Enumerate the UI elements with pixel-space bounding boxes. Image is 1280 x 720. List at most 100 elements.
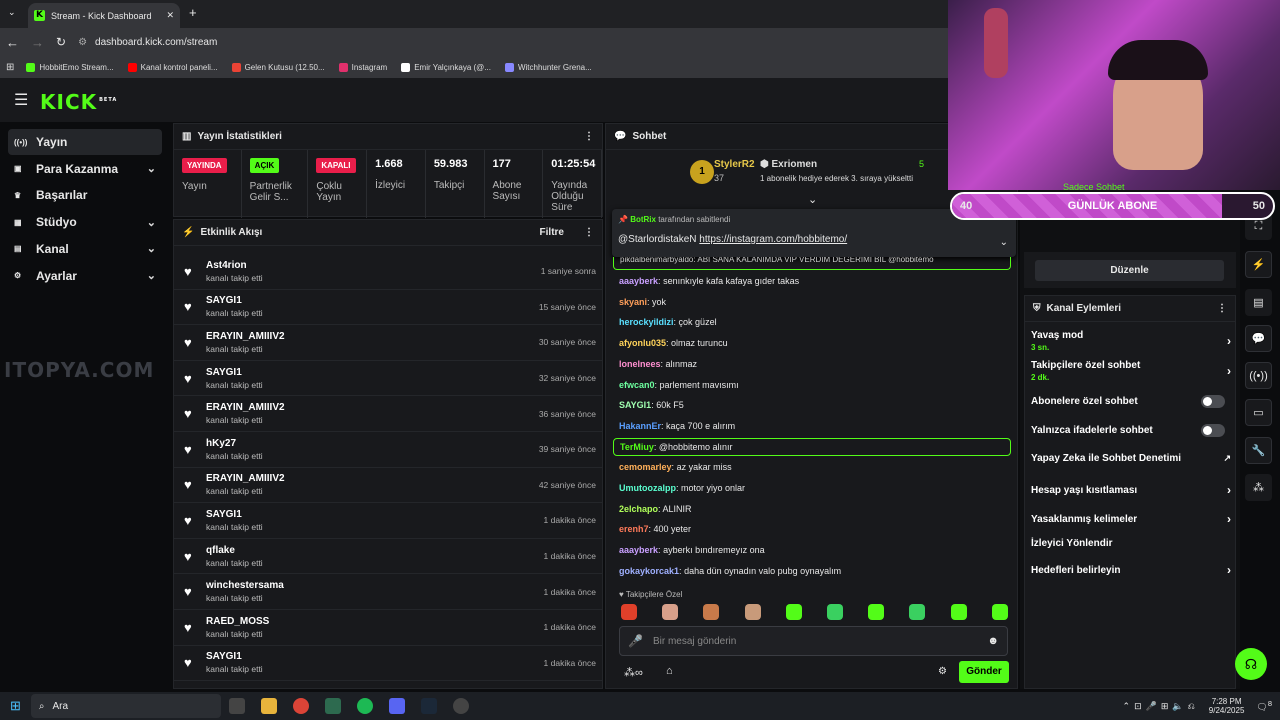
event-user[interactable]: ERAYIN_AMIIIV2 — [206, 331, 285, 342]
stats-more-icon[interactable]: ⋮ — [584, 131, 594, 142]
steam-icon[interactable] — [420, 698, 437, 714]
clock[interactable]: 7:28 PM 9/24/2025 — [1209, 697, 1245, 715]
channel-action[interactable]: Yalnızca ifadelerle sohbet — [1031, 424, 1231, 437]
browser-tab[interactable]: K Stream - Kick Dashboard ✕ — [28, 3, 180, 28]
emote-icon[interactable] — [621, 604, 637, 620]
emote-icon[interactable] — [991, 604, 1008, 620]
points-icon[interactable]: ⁂∞ — [624, 666, 643, 679]
spotify-icon[interactable] — [356, 698, 373, 714]
emote-icon[interactable] — [703, 604, 720, 620]
chat-username[interactable]: herockyildizi — [619, 317, 674, 327]
kick-logo[interactable]: KICK BETA — [40, 90, 117, 114]
chat-username[interactable]: 2elchapo — [619, 504, 658, 514]
chat-username[interactable]: Umutoozalpp — [619, 483, 676, 493]
url-field[interactable]: ⚙ dashboard.kick.com/stream — [78, 37, 217, 48]
bookmark-item[interactable]: Witchhunter Grena... — [504, 62, 592, 72]
emoji-icon[interactable]: ☻ — [987, 635, 999, 647]
chat-username[interactable]: skyani — [619, 297, 647, 307]
bolt-tool-icon[interactable]: ⚡ — [1245, 251, 1272, 278]
chat-username[interactable]: HakannEr — [619, 421, 661, 431]
xbox-icon[interactable] — [324, 698, 341, 714]
broadcast-tool-icon[interactable]: ((•)) — [1245, 362, 1272, 389]
chevron-right-icon[interactable]: › — [1227, 364, 1231, 378]
emote-icon[interactable] — [950, 604, 967, 620]
emote-icon[interactable] — [827, 604, 843, 620]
emote-icon[interactable] — [785, 604, 802, 620]
event-user[interactable]: RAED_MOSS — [206, 616, 269, 627]
event-user[interactable]: Ast4rion — [206, 260, 263, 271]
file-explorer-icon[interactable] — [260, 698, 277, 714]
event-user[interactable]: SAYGI1 — [206, 367, 263, 378]
emote-icon[interactable] — [662, 604, 679, 620]
notification-icon[interactable]: 🗨8 — [1256, 699, 1272, 713]
chat-username[interactable]: TerMiuy — [620, 442, 654, 452]
channel-action[interactable]: Hedefleri belirleyin › — [1031, 563, 1231, 577]
chevron-down-icon[interactable]: ⌄ — [147, 216, 156, 229]
windows-start-icon[interactable]: ⊞ — [10, 698, 21, 714]
pinned-by[interactable]: BotRix — [630, 215, 656, 224]
discord-icon[interactable] — [388, 698, 405, 714]
chat-settings-icon[interactable]: ⚙ — [938, 666, 947, 677]
channel-action[interactable]: Takipçilere özel sohbet 2 dk. › — [1031, 360, 1231, 382]
chevron-right-icon[interactable]: › — [1227, 512, 1231, 526]
filter-button[interactable]: Filtre — [540, 227, 564, 238]
tab-list-icon[interactable]: ⌄ — [8, 7, 16, 18]
activity-more-icon[interactable]: ⋮ — [584, 227, 594, 238]
emote-icon[interactable] — [744, 604, 761, 620]
chat-username[interactable]: aaayberk — [619, 276, 658, 286]
event-user[interactable]: SAYGI1 — [206, 651, 263, 662]
emote-icon[interactable] — [868, 604, 885, 620]
top-gifter-name[interactable]: StylerR2 — [714, 159, 755, 170]
sidebar-item-gear[interactable]: ⚙ Ayarlar ⌄ — [8, 263, 162, 289]
chat-username[interactable]: aaayberk — [619, 545, 658, 555]
support-icon[interactable]: ☊ — [1235, 648, 1267, 680]
channel-action[interactable]: İzleyici Yönlendir — [1031, 538, 1231, 549]
chevron-right-icon[interactable]: › — [1227, 334, 1231, 348]
gifter-name[interactable]: ⬢ Exriomen — [760, 159, 817, 170]
wrench-icon[interactable]: 🔧 — [1245, 437, 1272, 464]
chrome-icon[interactable] — [292, 698, 309, 714]
chat-username[interactable]: efwcan0 — [619, 380, 655, 390]
channel-action[interactable]: Yavaş mod 3 sn. › — [1031, 330, 1231, 352]
emote-icon[interactable] — [909, 604, 926, 620]
menu-icon[interactable]: ☰ — [14, 90, 28, 110]
new-tab-icon[interactable]: + — [189, 5, 197, 20]
mic-icon[interactable]: 🎤 — [628, 634, 643, 648]
toggle-switch[interactable] — [1201, 395, 1225, 408]
channel-action[interactable]: Yapay Zeka ile Sohbet Denetimi ↗ — [1031, 453, 1231, 464]
apps-icon[interactable]: ⊞ — [6, 62, 14, 73]
chat-username[interactable]: SAYGI1 — [619, 400, 651, 410]
chat-username[interactable]: erenh7 — [619, 524, 649, 534]
chat-username[interactable]: lonelnees — [619, 359, 661, 369]
actions-more-icon[interactable]: ⋮ — [1217, 303, 1227, 314]
bookmark-item[interactable]: Kanal kontrol paneli... — [127, 62, 218, 72]
toggle-switch[interactable] — [1201, 424, 1225, 437]
event-user[interactable]: SAYGI1 — [206, 295, 263, 306]
reload-icon[interactable]: ↻ — [56, 35, 66, 49]
store-icon[interactable]: ⌂ — [666, 665, 673, 677]
chat-username[interactable]: gokaykorcak1 — [619, 566, 679, 576]
sidebar-item-broadcast[interactable]: ((•)) Yayın — [8, 129, 162, 155]
system-tray-icons[interactable]: ⌃⊡🎤⊞🔈⎌ — [1123, 701, 1199, 712]
taskbar-search[interactable]: ⌕ Ara — [30, 694, 221, 718]
event-user[interactable]: ERAYIN_AMIIIV2 — [206, 473, 285, 484]
sidebar-item-studio[interactable]: ▦ Stüdyo ⌄ — [8, 209, 162, 235]
site-info-icon[interactable]: ⚙ — [78, 37, 87, 48]
share-icon[interactable]: ⁂ — [1245, 474, 1272, 501]
channel-action[interactable]: Hesap yaşı kısıtlaması › — [1031, 483, 1231, 497]
send-button[interactable]: Gönder — [959, 661, 1009, 683]
obs-icon[interactable] — [452, 698, 469, 714]
forward-icon[interactable]: → — [31, 35, 44, 50]
bookmark-item[interactable]: Emir Yalçınkaya (@... — [401, 62, 491, 72]
event-user[interactable]: ERAYIN_AMIIIV2 — [206, 402, 285, 413]
sidebar-item-money[interactable]: ▣ Para Kazanma ⌄ — [8, 156, 162, 182]
chevron-right-icon[interactable]: › — [1227, 563, 1231, 577]
task-view-icon[interactable] — [228, 698, 245, 714]
document-icon[interactable]: ▤ — [1245, 289, 1272, 316]
channel-action[interactable]: Yasaklanmış kelimeler › — [1031, 512, 1231, 526]
chevron-down-icon[interactable]: ⌄ — [147, 162, 156, 175]
sidebar-item-channel[interactable]: ▤ Kanal ⌄ — [8, 236, 162, 262]
event-user[interactable]: SAYGI1 — [206, 509, 263, 520]
close-tab-icon[interactable]: ✕ — [166, 10, 174, 21]
event-user[interactable]: winchestersama — [206, 580, 284, 591]
